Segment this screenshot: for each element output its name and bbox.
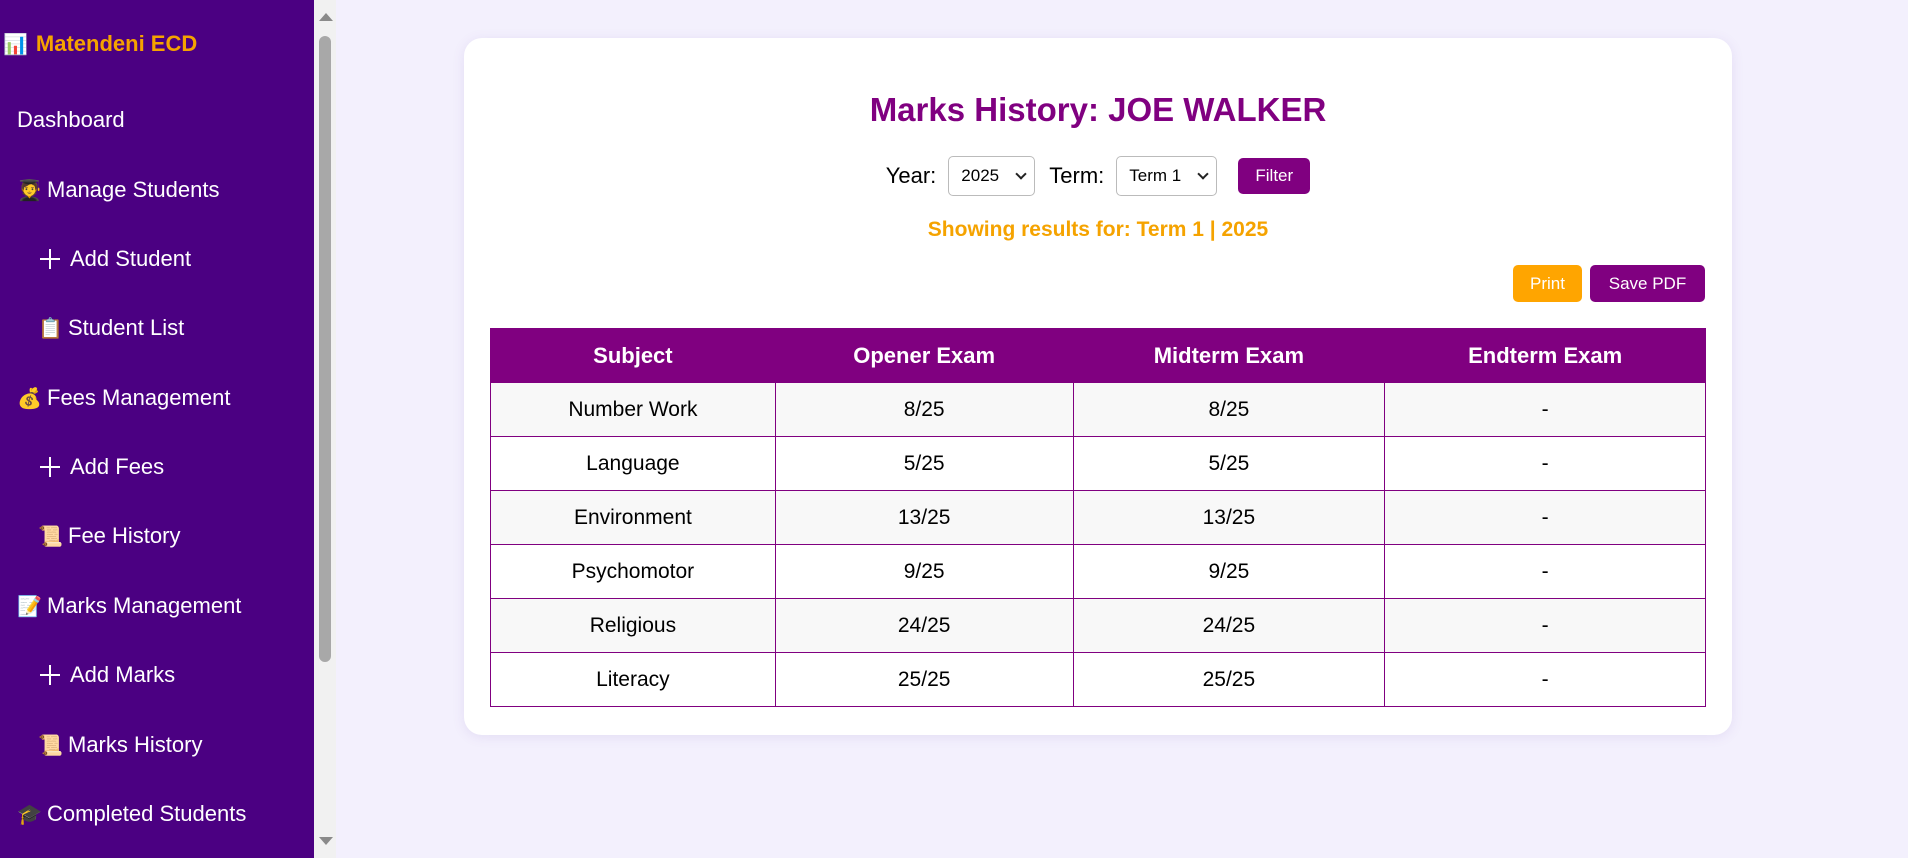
opener-exam-cell: 13/25: [774, 490, 1074, 545]
column-header-midterm-exam: Midterm Exam: [1072, 328, 1386, 383]
column-header-subject: Subject: [490, 328, 776, 383]
sidebar-item-fee-history[interactable]: 📜 Fee History: [0, 523, 314, 549]
column-header-endterm-exam: Endterm Exam: [1384, 328, 1706, 383]
sidebar-item-label: Completed Students: [47, 801, 247, 826]
brand-label: Matendeni ECD: [35, 31, 198, 56]
chart-icon: 📊: [3, 33, 28, 56]
sidebar-item-marks-management[interactable]: 📝 Marks Management: [0, 593, 314, 619]
sidebar-scrollbar[interactable]: [314, 0, 336, 858]
term-label: Term:: [1049, 163, 1105, 188]
table-row: Language 5/25 5/25 -: [490, 436, 1706, 491]
filter-button[interactable]: Filter: [1238, 158, 1311, 194]
scroll-down-arrow-icon[interactable]: [319, 837, 333, 845]
opener-exam-cell: 25/25: [774, 652, 1074, 707]
opener-exam-cell: 5/25: [774, 436, 1074, 491]
year-select-value: 2025: [961, 166, 1000, 185]
graduation-cap-icon: 🎓: [17, 803, 42, 826]
sidebar-item-student-list[interactable]: 📋 Student List: [0, 315, 314, 341]
sidebar-item-label: Student List: [68, 315, 185, 340]
table-header-row: Subject Opener Exam Midterm Exam Endterm…: [490, 328, 1706, 383]
endterm-exam-cell: -: [1384, 382, 1706, 437]
sidebar-item-dashboard[interactable]: Dashboard: [0, 107, 314, 133]
sidebar-item-label: Add Fees: [70, 454, 165, 479]
sidebar-item-label: Fee History: [68, 523, 181, 548]
sidebar-item-label: Add Marks: [70, 662, 176, 687]
endterm-exam-cell: -: [1384, 436, 1706, 491]
marks-history-card: Marks History: JOE WALKER Year: 2025 Ter…: [464, 38, 1732, 735]
print-button[interactable]: Print: [1513, 265, 1582, 302]
sidebar-item-label: Marks Management: [47, 593, 242, 618]
sidebar-item-add-student[interactable]: Add Student: [0, 246, 314, 272]
table-row: Literacy 25/25 25/25 -: [490, 652, 1706, 707]
sidebar-item-completed-students[interactable]: 🎓 Completed Students: [0, 801, 314, 827]
plus-icon: [38, 663, 62, 687]
term-select-value: Term 1: [1129, 166, 1182, 185]
scroll-up-arrow-icon[interactable]: [319, 13, 333, 21]
sidebar-item-label: Marks History: [68, 732, 203, 757]
opener-exam-cell: 24/25: [774, 598, 1074, 653]
plus-icon: [38, 247, 62, 271]
subject-cell: Literacy: [490, 652, 776, 707]
sidebar-item-label: Add Student: [70, 246, 192, 271]
page-title: Marks History: JOE WALKER: [869, 91, 1327, 128]
midterm-exam-cell: 8/25: [1072, 382, 1386, 437]
subject-cell: Religious: [490, 598, 776, 653]
column-header-opener-exam: Opener Exam: [774, 328, 1074, 383]
subject-cell: Environment: [490, 490, 776, 545]
results-summary: Showing results for: Term 1 | 2025: [927, 218, 1269, 241]
sidebar: 📊 Matendeni ECD Dashboard 🧑‍🎓 Manage Stu…: [0, 0, 314, 858]
endterm-exam-cell: -: [1384, 490, 1706, 545]
student-icon: 🧑‍🎓: [17, 179, 42, 202]
filter-form: Year: 2025 Term: Term 1 Filter: [464, 156, 1732, 196]
scroll-icon: 📜: [38, 525, 63, 548]
endterm-exam-cell: -: [1384, 544, 1706, 599]
chevron-down-icon: [1197, 167, 1209, 180]
opener-exam-cell: 8/25: [774, 382, 1074, 437]
table-row: Environment 13/25 13/25 -: [490, 490, 1706, 545]
sidebar-item-label: Fees Management: [47, 385, 231, 410]
sidebar-item-manage-students[interactable]: 🧑‍🎓 Manage Students: [0, 177, 314, 203]
term-select[interactable]: Term 1: [1116, 156, 1218, 196]
sidebar-item-add-marks[interactable]: Add Marks: [0, 662, 314, 688]
action-buttons: Print Save PDF: [1513, 265, 1705, 302]
subject-cell: Number Work: [490, 382, 776, 437]
marks-table: Subject Opener Exam Midterm Exam Endterm…: [490, 328, 1706, 707]
year-select[interactable]: 2025: [948, 156, 1036, 196]
table-row: Number Work 8/25 8/25 -: [490, 382, 1706, 437]
sidebar-item-label: Dashboard: [17, 107, 125, 132]
scroll-icon: 📜: [38, 734, 63, 757]
endterm-exam-cell: -: [1384, 598, 1706, 653]
sidebar-item-add-fees[interactable]: Add Fees: [0, 454, 314, 480]
plus-icon: [38, 455, 62, 479]
endterm-exam-cell: -: [1384, 652, 1706, 707]
brand[interactable]: 📊 Matendeni ECD: [3, 31, 197, 57]
subject-cell: Psychomotor: [490, 544, 776, 599]
midterm-exam-cell: 9/25: [1072, 544, 1386, 599]
money-bag-icon: 💰: [17, 387, 42, 410]
sidebar-item-label: Manage Students: [47, 177, 220, 202]
midterm-exam-cell: 13/25: [1072, 490, 1386, 545]
sidebar-item-fees-management[interactable]: 💰 Fees Management: [0, 385, 314, 411]
clipboard-icon: 📋: [38, 317, 63, 340]
scroll-thumb[interactable]: [319, 36, 331, 662]
midterm-exam-cell: 24/25: [1072, 598, 1386, 653]
midterm-exam-cell: 25/25: [1072, 652, 1386, 707]
table-row: Psychomotor 9/25 9/25 -: [490, 544, 1706, 599]
opener-exam-cell: 9/25: [774, 544, 1074, 599]
midterm-exam-cell: 5/25: [1072, 436, 1386, 491]
sidebar-item-marks-history[interactable]: 📜 Marks History: [0, 732, 314, 758]
year-label: Year:: [885, 163, 937, 188]
table-row: Religious 24/25 24/25 -: [490, 598, 1706, 653]
chevron-down-icon: [1015, 167, 1027, 180]
memo-icon: 📝: [17, 595, 42, 618]
save-pdf-button[interactable]: Save PDF: [1590, 265, 1705, 302]
subject-cell: Language: [490, 436, 776, 491]
